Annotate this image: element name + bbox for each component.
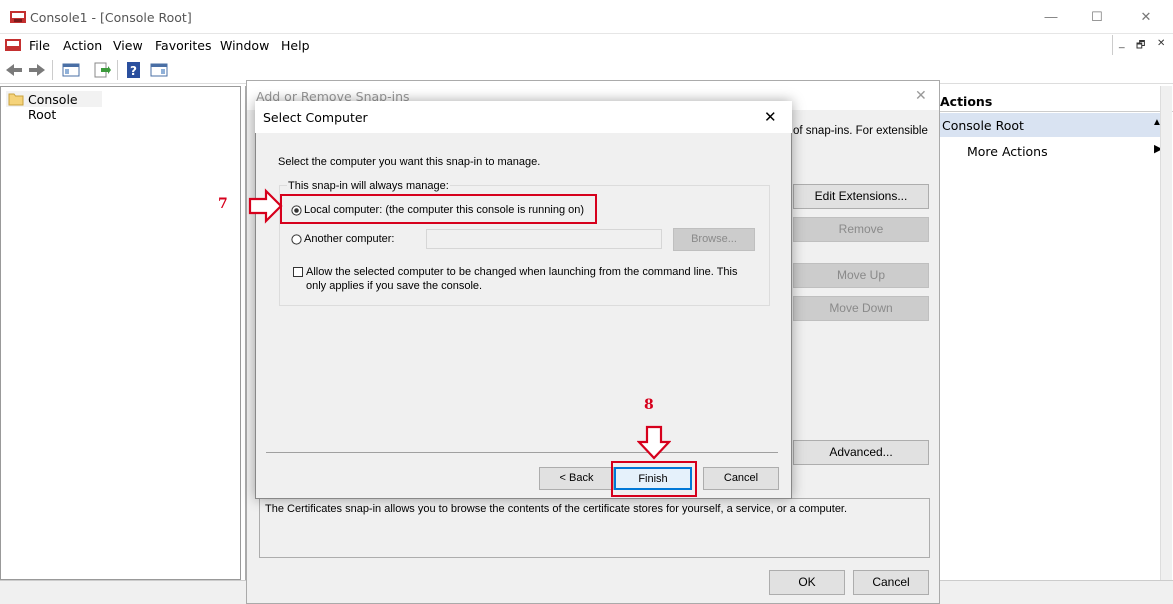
close-window-button[interactable]: ✕ [1123,0,1169,34]
back-arrow-icon[interactable] [4,61,24,79]
maximize-button[interactable]: ☐ [1074,0,1120,34]
allow-change-label: Allow the selected computer to be change… [306,266,738,292]
select-computer-cancel-button[interactable]: Cancel [703,467,779,490]
menu-favorites[interactable]: Favorites [155,38,211,53]
menu-window[interactable]: Window [220,38,269,53]
dialog-separator [266,452,778,453]
mdi-restore-button[interactable]: 🗗 [1136,38,1145,55]
export-list-icon[interactable] [92,61,112,79]
arrow-down-annotation-icon [637,425,671,460]
show-hide-action-pane-icon[interactable] [149,61,169,79]
actions-section-console-root[interactable]: Console Root ▲ [937,113,1169,137]
show-hide-tree-icon[interactable] [61,61,81,79]
select-computer-close-button[interactable]: ✕ [764,108,777,126]
edit-extensions-button[interactable]: Edit Extensions... [793,184,929,209]
svg-text:?: ? [130,64,137,78]
tree-item-console-root[interactable]: Console Root [6,91,102,122]
tree-item-label: Console Root [28,92,78,122]
mmc-app-icon [10,11,26,23]
radio-unselected-icon [291,234,302,245]
menu-action[interactable]: Action [63,38,102,53]
console-menu-icon[interactable] [4,37,22,53]
advanced-button[interactable]: Advanced... [793,440,929,465]
select-instruction: Select the computer you want this snap-i… [278,156,541,168]
select-computer-titlebar: Select Computer ✕ [255,101,792,133]
folder-icon [8,93,24,106]
console-tree-pane: Console Root [0,86,241,580]
minimize-button[interactable]: — [1028,0,1074,34]
actions-more-actions[interactable]: More Actions ▶ [937,140,1169,162]
toolbar-separator [117,60,118,80]
actions-scrollbar[interactable] [1160,86,1172,580]
step-7-label: 7 [218,196,228,212]
another-computer-radio[interactable]: Another computer: [291,233,421,247]
description-box: The Certificates snap-in allows you to b… [259,498,930,558]
snapins-instruction-partial: of snap-ins. For extensible [793,125,928,137]
another-computer-label: Another computer: [304,233,395,245]
move-down-button[interactable]: Move Down [793,296,929,321]
group-label: This snap-in will always manage: [287,180,450,192]
menu-file[interactable]: File [29,38,50,53]
toolbar-separator [52,60,53,80]
back-button[interactable]: < Back [539,467,614,490]
another-computer-input[interactable] [426,229,662,249]
arrow-right-annotation-icon [248,188,283,224]
select-computer-title: Select Computer [263,110,368,125]
mdi-close-button[interactable]: ✕ [1157,38,1165,49]
menu-help[interactable]: Help [281,38,310,53]
mdi-minimize-button[interactable]: _ [1119,38,1125,49]
ok-button[interactable]: OK [769,570,845,595]
snapins-cancel-button[interactable]: Cancel [853,570,929,595]
checkbox-unchecked-icon [293,267,303,277]
menu-view[interactable]: View [113,38,143,53]
browse-button[interactable]: Browse... [673,228,755,251]
window-title: Console1 - [Console Root] [30,10,192,25]
actions-header-label: Actions [940,94,993,109]
description-text: The Certificates snap-in allows you to b… [265,503,848,515]
remove-button[interactable]: Remove [793,217,929,242]
dialog-close-button[interactable]: ✕ [915,87,927,104]
help-icon[interactable]: ? [124,61,144,79]
forward-arrow-icon[interactable] [27,61,47,79]
move-up-button[interactable]: Move Up [793,263,929,288]
step-8-label: 8 [644,397,654,413]
actions-section-label: Console Root [942,118,1024,133]
allow-change-checkbox[interactable]: Allow the selected computer to be change… [293,265,753,295]
mdi-controls: _ 🗗 ✕ [1112,35,1172,55]
actions-pane: Actions Console Root ▲ More Actions ▶ [937,86,1173,580]
more-actions-label: More Actions [967,144,1048,159]
local-computer-highlight [280,194,597,224]
actions-header: Actions [937,90,1173,112]
finish-highlight [611,461,697,497]
